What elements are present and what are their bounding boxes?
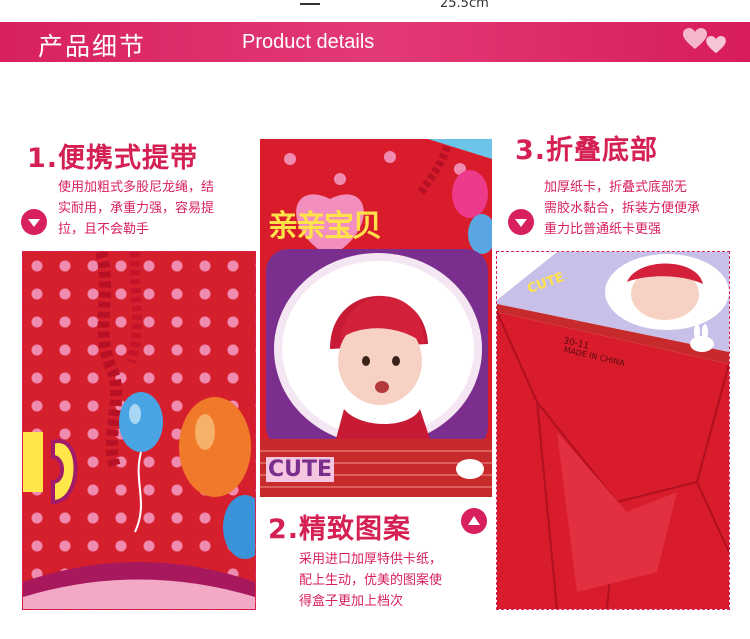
bottom-photo-art (497, 252, 729, 609)
heart-icon-small (706, 36, 726, 54)
up-arrow-icon (468, 516, 480, 525)
up-arrow-button (461, 508, 487, 534)
top-fragment: 25.5cm (300, 0, 540, 11)
desc-line: 配上生动，优美的图案使 (299, 573, 443, 588)
desc-line: 实耐用，承重力强，容易提 (58, 201, 215, 216)
baby-logo: 亲亲宝贝 (268, 209, 382, 244)
cute-text: CUTE (266, 457, 335, 482)
section-3-title: 3.折叠底部 (515, 135, 659, 166)
section-1-desc: 使用加粗式多股尼龙绳，结 实耐用，承重力强，容易提 拉，且不会勒手 (58, 177, 248, 240)
banner-title-zh: 产品细节 (38, 32, 147, 61)
section-3-desc: 加厚纸卡，折叠式底部无 需胶水黏合，拆装方便便承 重力比普通纸卡更强 (544, 177, 734, 240)
desc-line: 得盒子更加上档次 (299, 594, 404, 609)
desc-line: 使用加粗式多股尼龙绳，结 (58, 180, 215, 195)
dimension-text: 25.5cm (440, 0, 489, 11)
down-arrow-button (21, 209, 47, 235)
heart-icon (683, 28, 707, 49)
section-2-title: 2.精致图案 (268, 514, 412, 545)
down-arrow-icon (28, 219, 40, 227)
desc-line: 加厚纸卡，折叠式底部无 (544, 180, 688, 195)
dash-line (300, 2, 320, 5)
pattern-photo: 亲亲宝贝 CUTE (260, 139, 492, 497)
section-2-desc: 采用进口加厚特供卡纸， 配上生动，优美的图案使 得盒子更加上档次 (299, 549, 489, 612)
banner-title-en: Product details (242, 31, 375, 53)
bottom-photo: CUTE 30-11 MADE IN CHINA (496, 251, 730, 610)
desc-line: 重力比普通纸卡更强 (544, 222, 662, 237)
desc-line: 需胶水黏合，拆装方便便承 (544, 201, 701, 216)
section-1-title: 1.便携式提带 (27, 143, 199, 174)
desc-line: 拉，且不会勒手 (58, 222, 150, 237)
strap-photo-art (23, 252, 255, 609)
down-arrow-icon (515, 219, 527, 227)
strap-photo (22, 251, 256, 610)
down-arrow-button (508, 209, 534, 235)
desc-line: 采用进口加厚特供卡纸， (299, 552, 443, 567)
pattern-photo-art (260, 139, 492, 497)
